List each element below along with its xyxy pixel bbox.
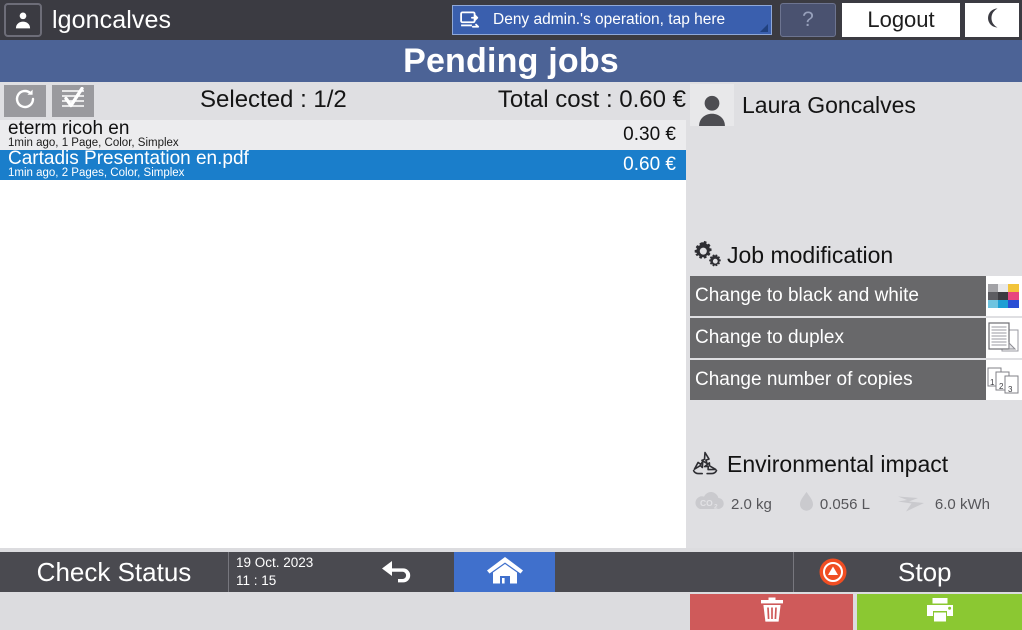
printer-touch-panel: lgoncalves Deny admin.'s operation, tap … [0,0,1022,630]
deny-admin-operation-button[interactable]: Deny admin.'s operation, tap here [452,5,772,35]
color-swatch-icon [986,276,1022,316]
job-list-panel: Selected : 1/2 Total cost : 0.60 € eterm… [0,82,686,548]
gears-icon [690,240,724,270]
job-action-buttons [690,594,1022,630]
job-cost: 0.30 € [623,124,676,145]
person-icon [4,3,42,37]
total-cost-label: Total cost : 0.60 € [497,86,686,113]
copies-icon: 1 2 3 [986,360,1022,400]
selected-count-label: Selected : 1/2 [200,86,347,113]
stop-icon [818,557,848,587]
co2-value: 2.0 kg [731,495,772,513]
bottom-status-bar: Check Status 19 Oct. 2023 11 : 15 Stop [0,552,1022,592]
change-number-of-copies-button[interactable]: Change number of copies 1 2 3 [690,360,1022,400]
current-time: 11 : 15 [236,573,277,588]
back-button[interactable] [339,552,454,592]
co2-metric: CO 2 2.0 kg [692,490,772,519]
avatar [690,84,734,126]
energy-bolt-icon [896,490,930,519]
job-meta: 1min ago, 2 Pages, Color, Simplex [8,167,185,179]
help-button[interactable]: ? [780,3,836,37]
select-all-icon [60,86,86,116]
print-job-button[interactable] [857,594,1022,630]
water-value: 0.056 L [819,495,870,513]
refresh-icon [13,87,37,116]
page-title: Pending jobs [403,42,619,80]
header-username: lgoncalves [52,5,172,34]
svg-text:1: 1 [990,378,995,387]
svg-text:3: 3 [1008,385,1013,394]
deny-button-corner-marker [760,24,768,32]
stop-label: Stop [898,556,952,587]
logout-button[interactable]: Logout [842,3,960,37]
energy-metric: 6.0 kWh [896,490,990,519]
change-to-black-and-white-label: Change to black and white [690,276,986,316]
bottom-bar-spacer [555,552,793,592]
home-icon [484,554,526,591]
job-list-toolbar: Selected : 1/2 Total cost : 0.60 € [0,82,686,120]
table-row[interactable]: eterm ricoh en 1min ago, 1 Page, Color, … [0,118,686,150]
current-date: 19 Oct. 2023 [236,554,314,570]
change-to-black-and-white-button[interactable]: Change to black and white [690,276,1022,316]
back-arrow-icon [377,556,417,589]
transfer-job-icon [460,11,482,29]
change-to-duplex-label: Change to duplex [690,318,986,358]
sleep-mode-button[interactable] [965,3,1019,37]
moon-icon [981,6,1003,35]
top-header-bar: lgoncalves Deny admin.'s operation, tap … [0,0,1022,40]
stop-button[interactable]: Stop [794,552,1022,592]
job-details-panel: Laura Goncalves Job modification Change … [686,82,1022,630]
deny-admin-operation-label: Deny admin.'s operation, tap here [493,11,726,28]
change-number-of-copies-label: Change number of copies [690,360,986,400]
duplex-pages-icon [986,318,1022,358]
job-list: eterm ricoh en 1min ago, 1 Page, Color, … [0,118,686,548]
co2-cloud-icon: CO 2 [692,490,726,519]
job-modification-title: Job modification [727,241,894,268]
job-modification-heading: Job modification [690,240,893,270]
table-row[interactable]: Cartadis Presentation en.pdf 1min ago, 2… [0,148,686,180]
environmental-impact-heading: Environmental impact [690,450,948,478]
select-all-button[interactable] [52,85,94,117]
job-owner: Laura Goncalves [690,84,916,126]
change-to-duplex-button[interactable]: Change to duplex [690,318,1022,358]
environmental-impact-metrics: CO 2 2.0 kg 0.056 L 6.0 kWh [690,488,1020,520]
water-drop-icon [798,490,815,519]
trash-icon [757,595,787,630]
water-metric: 0.056 L [798,490,870,519]
environmental-impact-title: Environmental impact [727,450,949,477]
energy-value: 6.0 kWh [934,495,990,513]
datetime-display: 19 Oct. 2023 11 : 15 [229,552,339,592]
delete-job-button[interactable] [690,594,853,630]
job-modification-options: Change to black and white Change to dupl… [690,276,1022,402]
svg-text:CO: CO [700,498,713,508]
svg-text:2: 2 [714,503,718,510]
recycle-icon [690,450,720,478]
job-owner-name: Laura Goncalves [742,91,916,118]
check-status-button[interactable]: Check Status [0,552,228,592]
page-title-bar: Pending jobs [0,40,1022,82]
svg-text:2: 2 [999,382,1004,391]
printer-icon [924,596,956,629]
home-button[interactable] [454,552,555,592]
job-cost: 0.60 € [623,154,676,175]
refresh-button[interactable] [4,85,46,117]
